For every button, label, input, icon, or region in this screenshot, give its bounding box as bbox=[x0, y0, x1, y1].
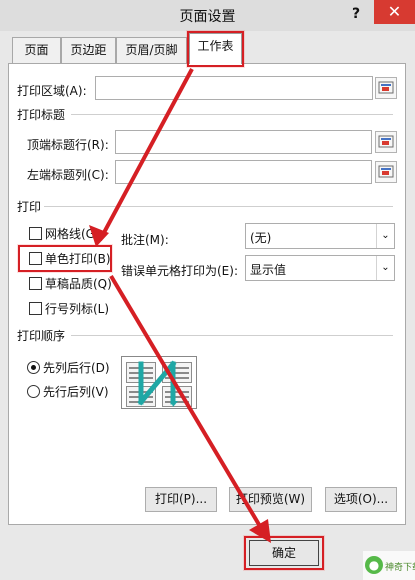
tab-sheet-label: 工作表 bbox=[197, 39, 234, 53]
top-rows-collapse-icon[interactable] bbox=[375, 131, 397, 153]
left-cols-input[interactable] bbox=[115, 160, 372, 184]
chevron-down-icon: ⌄ bbox=[376, 256, 394, 280]
print-area-collapse-icon[interactable] bbox=[375, 77, 397, 99]
watermark-brand: 神奇下载 bbox=[385, 563, 415, 573]
site-watermark: ● 神奇下载 bbox=[363, 551, 415, 580]
draft-quality-checkbox[interactable] bbox=[29, 277, 42, 290]
row-col-headings-label: 行号列标(L) bbox=[45, 302, 110, 316]
comments-value: (无) bbox=[250, 231, 272, 245]
gridlines-checkbox[interactable] bbox=[29, 227, 42, 240]
cell-errors-select[interactable]: 显示值 ⌄ bbox=[245, 255, 395, 281]
row-col-headings-checkbox[interactable] bbox=[29, 302, 42, 315]
tab-page[interactable]: 页面 bbox=[12, 37, 61, 63]
cell-errors-value: 显示值 bbox=[250, 263, 287, 277]
title-bar: 页面设置 ? ✕ bbox=[0, 0, 415, 31]
draft-quality-label: 草稿品质(Q) bbox=[45, 277, 112, 291]
print-group-label: 打印 bbox=[17, 200, 42, 214]
tab-header-footer[interactable]: 页眉/页脚 bbox=[116, 37, 187, 63]
page-order-arrow-icon bbox=[137, 360, 178, 407]
left-cols-label: 左端标题列(C): bbox=[27, 168, 109, 182]
page-setup-dialog: 页面设置 ? ✕ 页面 页边距 页眉/页脚 工作表 打印区域(A): 打印标题 … bbox=[0, 0, 415, 580]
down-then-over-label: 先列后行(D) bbox=[43, 361, 110, 375]
comments-select[interactable]: (无) ⌄ bbox=[245, 223, 395, 249]
page-order-divider bbox=[71, 335, 393, 336]
print-group-divider bbox=[44, 206, 393, 207]
print-area-label: 打印区域(A): bbox=[17, 84, 87, 98]
tab-margins-label: 页边距 bbox=[70, 43, 107, 57]
cell-errors-label: 错误单元格打印为(E): bbox=[121, 264, 238, 278]
tab-sheet[interactable]: 工作表 bbox=[189, 33, 242, 64]
print-area-input[interactable] bbox=[95, 76, 373, 100]
top-rows-input[interactable] bbox=[115, 130, 372, 154]
left-cols-collapse-icon[interactable] bbox=[375, 161, 397, 183]
gridlines-label: 网格线(G) bbox=[45, 227, 100, 241]
tab-margins[interactable]: 页边距 bbox=[61, 37, 116, 63]
over-then-down-label: 先行后列(V) bbox=[43, 385, 109, 399]
print-button[interactable]: 打印(P)... bbox=[145, 487, 217, 512]
tab-header-footer-label: 页眉/页脚 bbox=[125, 43, 178, 57]
print-preview-button[interactable]: 打印预览(W) bbox=[229, 487, 312, 512]
page-order-preview bbox=[121, 356, 197, 409]
print-titles-label: 打印标题 bbox=[17, 108, 66, 122]
watermark-logo-icon: ● bbox=[365, 556, 383, 574]
down-then-over-radio[interactable] bbox=[27, 361, 40, 374]
highlight-ok-button bbox=[244, 536, 324, 570]
options-button[interactable]: 选项(O)... bbox=[325, 487, 397, 512]
tab-page-label: 页面 bbox=[24, 43, 49, 57]
chevron-down-icon: ⌄ bbox=[376, 224, 394, 248]
top-rows-label: 顶端标题行(R): bbox=[27, 138, 109, 152]
close-icon[interactable]: ✕ bbox=[374, 0, 415, 24]
print-titles-divider bbox=[71, 114, 393, 115]
highlight-monochrome-option bbox=[18, 245, 112, 272]
page-order-label: 打印顺序 bbox=[17, 329, 66, 343]
help-icon[interactable]: ? bbox=[347, 6, 365, 24]
over-then-down-radio[interactable] bbox=[27, 385, 40, 398]
comments-label: 批注(M): bbox=[121, 233, 169, 247]
